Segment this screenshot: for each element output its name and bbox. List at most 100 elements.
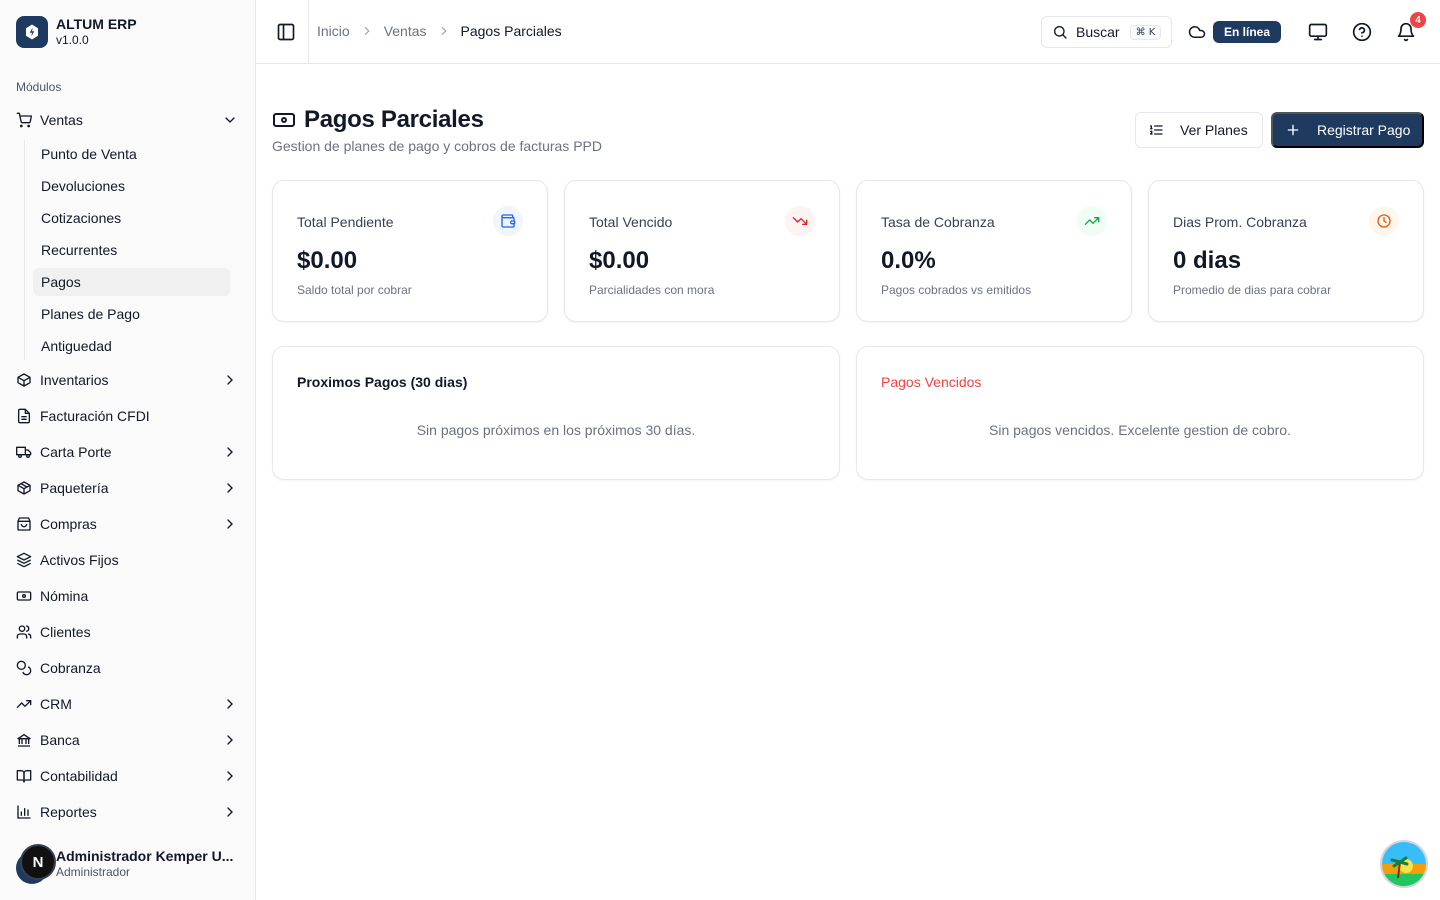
- chevron-right-icon: [227, 519, 233, 529]
- sidebar-nav: Ventas Punto de Venta Devoluciones Cotiz…: [8, 104, 248, 832]
- monitor-icon[interactable]: [1308, 22, 1328, 42]
- sidebar-item-paqueteria[interactable]: Paquetería: [8, 472, 248, 504]
- empty-state-text: Sin pagos próximos en los próximos 30 dí…: [416, 422, 696, 438]
- stat-card-tasa-cobranza: Tasa de Cobranza 0.0% Pagos cobrados vs …: [856, 180, 1132, 322]
- notification-badge: 4: [1410, 12, 1426, 28]
- avatar-initial: N: [20, 844, 56, 880]
- layers-icon: [16, 552, 32, 568]
- trending-up-icon: [16, 696, 32, 712]
- brand-logo-icon: [16, 16, 48, 48]
- chevron-down-icon: [225, 117, 235, 123]
- book-open-icon: [16, 768, 32, 784]
- brand-version: v1.0.0: [56, 33, 89, 47]
- registrar-pago-button[interactable]: Registrar Pago: [1271, 112, 1424, 148]
- ver-planes-button[interactable]: Ver Planes: [1135, 112, 1263, 148]
- sidebar-subitem-devoluciones[interactable]: Devoluciones: [33, 172, 230, 200]
- sidebar-item-label: Cobranza: [40, 660, 101, 676]
- sidebar-item-ventas[interactable]: Ventas: [8, 104, 248, 136]
- stat-title: Dias Prom. Cobranza: [1173, 214, 1307, 230]
- file-text-icon: [16, 408, 32, 424]
- sidebar-item-label: Compras: [40, 516, 97, 532]
- help-icon[interactable]: [1352, 22, 1372, 42]
- sidebar-item-label: Facturación CFDI: [40, 408, 150, 424]
- bar-chart-icon: [16, 804, 32, 820]
- stat-title: Total Pendiente: [297, 214, 394, 230]
- user-role: Administrador: [56, 865, 131, 879]
- top-header: Inicio Ventas Pagos Parciales Buscar ⌘ K…: [256, 0, 1440, 64]
- user-menu[interactable]: N Administrador Kemper U... Administrado…: [16, 844, 240, 884]
- sidebar-item-label: Inventarios: [40, 372, 109, 388]
- empty-state-text: Sin pagos vencidos. Excelente gestion de…: [989, 422, 1291, 438]
- stat-card-dias-prom-cobranza: Dias Prom. Cobranza 0 dias Promedio de d…: [1148, 180, 1424, 322]
- breadcrumb-inicio[interactable]: Inicio: [317, 23, 350, 39]
- sidebar-subitem-planes-de-pago[interactable]: Planes de Pago: [33, 300, 230, 328]
- sidebar-item-activos-fijos[interactable]: Activos Fijos: [8, 544, 248, 576]
- assistant-launcher-button[interactable]: [1380, 840, 1428, 888]
- sidebar-subitem-punto-de-venta[interactable]: Punto de Venta: [33, 140, 230, 168]
- brand[interactable]: ALTUM ERP v1.0.0: [16, 16, 137, 48]
- sidebar-item-label: Paquetería: [40, 480, 109, 496]
- stat-subtitle: Pagos cobrados vs emitidos: [881, 283, 1032, 297]
- coins-icon: [16, 660, 32, 676]
- sidebar-section-label: Módulos: [16, 80, 62, 94]
- trending-up-icon: [1077, 206, 1107, 236]
- sidebar-item-carta-porte[interactable]: Carta Porte: [8, 436, 248, 468]
- sidebar-subitem-antiguedad[interactable]: Antiguedad: [33, 332, 230, 360]
- stat-value: 0 dias: [1173, 247, 1242, 274]
- sidebar-subitem-pagos[interactable]: Pagos: [33, 268, 230, 296]
- page-title: Pagos Parciales: [304, 106, 484, 133]
- box-icon: [16, 372, 32, 388]
- chevron-right-icon: [437, 24, 451, 38]
- sidebar-toggle-icon[interactable]: [276, 22, 296, 42]
- sidebar-item-label: Nómina: [40, 588, 89, 604]
- users-icon: [16, 624, 32, 640]
- shopping-cart-icon: [16, 112, 32, 128]
- truck-icon: [16, 444, 32, 460]
- sidebar-item-facturacion-cfdi[interactable]: Facturación CFDI: [8, 400, 248, 432]
- user-name: Administrador Kemper U...: [56, 848, 234, 864]
- breadcrumb-ventas[interactable]: Ventas: [384, 23, 427, 39]
- breadcrumb: Inicio Ventas Pagos Parciales: [317, 23, 562, 39]
- sidebar-item-compras[interactable]: Compras: [8, 508, 248, 540]
- page-subtitle: Gestion de planes de pago y cobros de fa…: [272, 138, 602, 154]
- sidebar-item-banca[interactable]: Banca: [8, 724, 248, 756]
- sidebar-item-cobranza[interactable]: Cobranza: [8, 652, 248, 684]
- sidebar-subitem-cotizaciones[interactable]: Cotizaciones: [33, 204, 230, 232]
- chevron-right-icon: [227, 771, 233, 781]
- banknote-icon: [273, 113, 295, 127]
- avatar: N: [16, 844, 56, 884]
- cloud-icon: [1188, 26, 1206, 38]
- sidebar-item-crm[interactable]: CRM: [8, 688, 248, 720]
- sidebar-subitem-recurrentes[interactable]: Recurrentes: [33, 236, 230, 264]
- stat-value: 0.0%: [881, 247, 936, 274]
- stat-card-total-vencido: Total Vencido $0.00 Parcialidades con mo…: [564, 180, 840, 322]
- stat-subtitle: Promedio de dias para cobrar: [1173, 283, 1332, 297]
- sidebar-item-contabilidad[interactable]: Contabilidad: [8, 760, 248, 792]
- sidebar-item-label: Reportes: [40, 804, 97, 820]
- clock-icon: [1369, 206, 1399, 236]
- sidebar-item-inventarios[interactable]: Inventarios: [8, 364, 248, 396]
- sidebar-item-label: Banca: [40, 732, 80, 748]
- proximos-pagos-panel: Proximos Pagos (30 dias) Sin pagos próxi…: [272, 346, 840, 480]
- sidebar-item-reportes[interactable]: Reportes: [8, 796, 248, 828]
- sidebar-item-clientes[interactable]: Clientes: [8, 616, 248, 648]
- status-badge: En línea: [1213, 21, 1282, 43]
- trending-down-icon: [785, 206, 815, 236]
- search-label: Buscar: [1076, 24, 1120, 40]
- search-button[interactable]: Buscar ⌘ K: [1041, 16, 1172, 48]
- chevron-right-icon: [227, 699, 233, 709]
- bank-icon: [16, 732, 32, 748]
- plus-icon: [1287, 124, 1299, 136]
- sidebar: ALTUM ERP v1.0.0 Módulos Ventas Punto de…: [0, 0, 256, 900]
- search-shortcut: ⌘ K: [1129, 24, 1162, 40]
- sidebar-item-nomina[interactable]: Nómina: [8, 580, 248, 612]
- banknote-icon: [16, 588, 32, 604]
- stat-subtitle: Saldo total por cobrar: [297, 283, 412, 297]
- panel-title: Pagos Vencidos: [881, 374, 982, 390]
- sidebar-item-label: Carta Porte: [40, 444, 112, 460]
- stat-subtitle: Parcialidades con mora: [589, 283, 715, 297]
- chevron-right-icon: [227, 375, 233, 385]
- sidebar-item-label: CRM: [40, 696, 72, 712]
- package-icon: [16, 480, 32, 496]
- chevron-right-icon: [360, 24, 374, 38]
